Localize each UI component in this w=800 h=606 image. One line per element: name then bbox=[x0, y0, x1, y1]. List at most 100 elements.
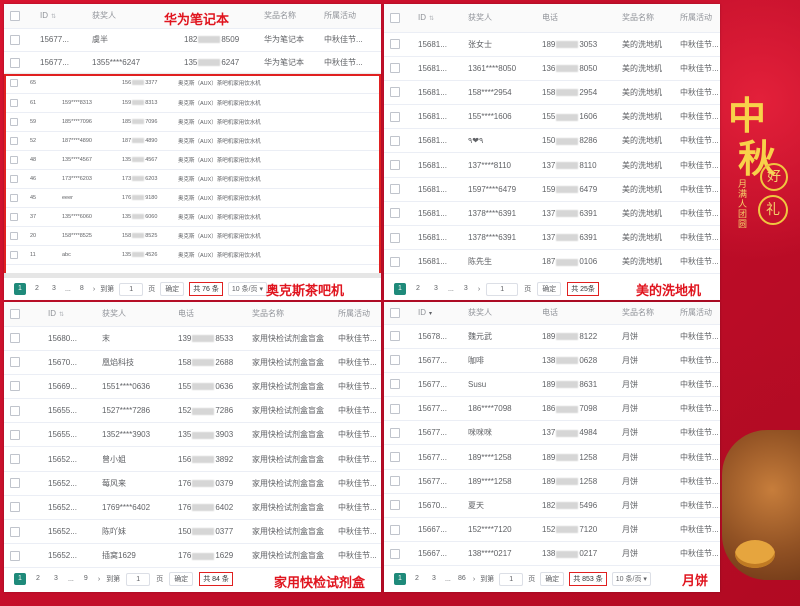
row-checkbox[interactable] bbox=[384, 225, 412, 251]
column-header-activity: 所属活动 bbox=[674, 302, 720, 325]
page-last-button[interactable]: 8 bbox=[76, 283, 88, 295]
column-header-id[interactable]: ID ▾ bbox=[412, 302, 462, 325]
row-checkbox[interactable] bbox=[384, 444, 412, 470]
page-3-button[interactable]: 3 bbox=[430, 283, 442, 295]
row-checkbox[interactable] bbox=[384, 396, 412, 422]
select-all-checkbox[interactable] bbox=[4, 4, 34, 29]
page-2-button[interactable]: 2 bbox=[31, 283, 43, 295]
row-checkbox[interactable] bbox=[4, 112, 24, 132]
page-last-button[interactable]: 86 bbox=[456, 573, 468, 585]
row-checkbox[interactable] bbox=[4, 446, 42, 472]
page-jump-input[interactable]: 1 bbox=[486, 282, 519, 296]
page-2-button[interactable]: 2 bbox=[412, 283, 424, 295]
row-checkbox[interactable] bbox=[4, 374, 42, 400]
row-checkbox[interactable] bbox=[384, 152, 412, 178]
cell-prize: 华为笔记本 bbox=[258, 51, 318, 74]
page-3-button[interactable]: 3 bbox=[48, 283, 60, 295]
column-header-id[interactable]: ID ⇅ bbox=[34, 4, 86, 29]
confirm-button[interactable]: 确定 bbox=[169, 572, 194, 586]
select-all-checkbox[interactable] bbox=[384, 4, 412, 33]
page-1-button[interactable]: 1 bbox=[394, 573, 406, 585]
confirm-button[interactable]: 确定 bbox=[160, 282, 185, 296]
page-jump-input[interactable]: 1 bbox=[499, 572, 524, 586]
page-3-button[interactable]: 3 bbox=[428, 573, 440, 585]
row-checkbox[interactable] bbox=[384, 56, 412, 81]
row-checkbox[interactable] bbox=[384, 517, 412, 543]
row-checkbox[interactable] bbox=[384, 177, 412, 202]
masked-digits bbox=[132, 251, 145, 257]
page-3-button[interactable]: 3 bbox=[50, 573, 62, 585]
row-checkbox[interactable] bbox=[384, 324, 412, 349]
select-all-checkbox[interactable] bbox=[4, 302, 42, 327]
page-1-button[interactable]: 1 bbox=[14, 573, 26, 585]
table-row: 15677... Susu 189 8631 月饼 中秋佳节... bbox=[384, 372, 720, 398]
row-checkbox[interactable] bbox=[4, 519, 42, 545]
confirm-button[interactable]: 确定 bbox=[540, 572, 565, 586]
row-checkbox[interactable] bbox=[384, 541, 412, 567]
masked-digits bbox=[132, 194, 145, 200]
row-checkbox[interactable] bbox=[4, 471, 42, 496]
row-checkbox[interactable] bbox=[4, 131, 24, 151]
page-2-button[interactable]: 2 bbox=[32, 573, 44, 585]
cell-winner: 159****8313 bbox=[56, 93, 116, 113]
row-checkbox[interactable] bbox=[4, 422, 42, 448]
row-checkbox[interactable] bbox=[384, 80, 412, 106]
row-checkbox[interactable] bbox=[4, 207, 24, 227]
masked-digits bbox=[556, 258, 579, 266]
next-page-icon[interactable]: › bbox=[473, 576, 475, 583]
row-checkbox[interactable] bbox=[384, 104, 412, 130]
masked-digits bbox=[132, 213, 145, 219]
cell-winner: 张女士 bbox=[462, 32, 536, 57]
row-checkbox[interactable] bbox=[384, 493, 412, 519]
row-checkbox[interactable] bbox=[4, 188, 24, 208]
row-checkbox[interactable] bbox=[384, 201, 412, 227]
sort-icon[interactable]: ⇅ bbox=[51, 14, 56, 20]
cell-id: 15677... bbox=[412, 469, 462, 494]
row-checkbox[interactable] bbox=[4, 51, 34, 74]
row-checkbox[interactable] bbox=[384, 249, 412, 275]
page-1-button[interactable]: 1 bbox=[14, 283, 26, 295]
row-checkbox[interactable] bbox=[384, 128, 412, 154]
row-checkbox[interactable] bbox=[384, 469, 412, 494]
page-size-select[interactable]: 10 条/页 ▾ bbox=[611, 572, 651, 586]
cell-winner: 189****1258 bbox=[462, 469, 536, 494]
column-header-id[interactable]: ID ⇅ bbox=[412, 4, 462, 33]
cell-winner: 插窝1629 bbox=[96, 543, 172, 569]
cell-id: 15652... bbox=[42, 471, 96, 496]
column-header-winner: 获奖人 bbox=[462, 4, 536, 33]
next-page-icon[interactable]: › bbox=[98, 576, 100, 583]
sort-icon[interactable]: ⇅ bbox=[59, 312, 64, 318]
row-checkbox[interactable] bbox=[4, 326, 42, 351]
page-last-button[interactable]: 9 bbox=[80, 573, 92, 585]
row-checkbox[interactable] bbox=[4, 28, 34, 52]
row-checkbox[interactable] bbox=[4, 398, 42, 424]
sort-icon[interactable]: ⇅ bbox=[429, 16, 434, 22]
row-checkbox[interactable] bbox=[4, 74, 24, 94]
row-checkbox[interactable] bbox=[4, 543, 42, 569]
sort-desc-icon[interactable]: ▾ bbox=[429, 311, 432, 317]
page-jump-input[interactable]: 1 bbox=[119, 282, 144, 296]
page-2-button[interactable]: 2 bbox=[411, 573, 423, 585]
row-checkbox[interactable] bbox=[4, 350, 42, 375]
goto-label: 到第 bbox=[106, 576, 121, 583]
cell-id: 52 bbox=[24, 131, 56, 151]
confirm-button[interactable]: 确定 bbox=[537, 282, 562, 296]
column-header-id[interactable]: ID ⇅ bbox=[42, 302, 96, 327]
next-page-icon[interactable]: › bbox=[478, 286, 480, 293]
row-checkbox[interactable] bbox=[384, 348, 412, 373]
select-all-checkbox[interactable] bbox=[384, 302, 412, 325]
page-last-button[interactable]: 3 bbox=[460, 283, 472, 295]
row-checkbox[interactable] bbox=[4, 93, 24, 113]
page-1-button[interactable]: 1 bbox=[394, 283, 406, 295]
row-checkbox[interactable] bbox=[384, 372, 412, 398]
page-size-select[interactable]: 10 条/页 ▾ bbox=[227, 282, 268, 296]
row-checkbox[interactable] bbox=[384, 420, 412, 446]
row-checkbox[interactable] bbox=[4, 150, 24, 170]
row-checkbox[interactable] bbox=[4, 245, 24, 265]
row-checkbox[interactable] bbox=[4, 495, 42, 521]
next-page-icon[interactable]: › bbox=[93, 286, 95, 293]
row-checkbox[interactable] bbox=[4, 169, 24, 189]
row-checkbox[interactable] bbox=[384, 32, 412, 57]
page-jump-input[interactable]: 1 bbox=[126, 572, 151, 586]
row-checkbox[interactable] bbox=[4, 226, 24, 246]
